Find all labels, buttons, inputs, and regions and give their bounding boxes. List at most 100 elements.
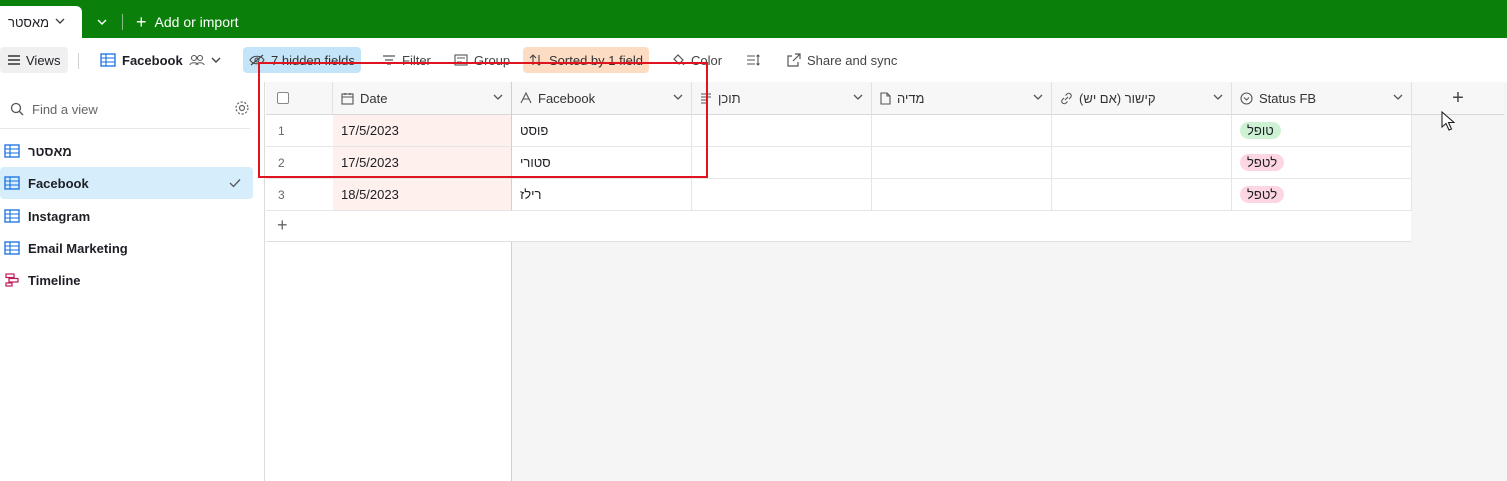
add-field-button[interactable]: +: [1412, 82, 1504, 115]
cell-content[interactable]: [692, 115, 872, 147]
filter-button[interactable]: Filter: [376, 47, 437, 73]
external-share-icon: [787, 53, 801, 67]
sidebar-item-timeline[interactable]: Timeline: [0, 264, 253, 296]
column-header-label: Facebook: [538, 90, 596, 106]
cell-media[interactable]: [872, 115, 1052, 147]
cell-content[interactable]: [692, 179, 872, 211]
row-height-icon: [747, 54, 760, 66]
cell-status-fb[interactable]: לטפל: [1232, 179, 1412, 211]
sidebar-item-master[interactable]: מאסטר: [0, 135, 253, 167]
status-badge: לטפל: [1240, 154, 1285, 171]
hidden-fields-label: 7 hidden fields: [271, 52, 355, 68]
hamburger-icon: [8, 55, 20, 65]
column-header-date[interactable]: Date: [333, 82, 512, 115]
color-button[interactable]: Color: [665, 47, 728, 73]
filter-icon: [383, 55, 395, 65]
cell-date[interactable]: 17/5/2023: [333, 115, 512, 147]
single-select-icon: [1240, 91, 1253, 105]
group-button[interactable]: Group: [448, 47, 516, 73]
current-view-label: Facebook: [122, 52, 183, 68]
sidebar-item-label: Facebook: [28, 175, 89, 191]
select-all-header: [266, 82, 333, 115]
cell-link[interactable]: [1052, 179, 1232, 211]
group-label: Group: [474, 52, 511, 68]
table-tab-master[interactable]: מאסטר: [0, 6, 82, 38]
cell-date[interactable]: 18/5/2023: [333, 179, 512, 211]
cell-facebook[interactable]: רילז: [512, 179, 692, 211]
cell-facebook[interactable]: סטורי: [512, 147, 692, 179]
cell-media[interactable]: [872, 147, 1052, 179]
cell-content[interactable]: [692, 147, 872, 179]
text-field-icon: [520, 92, 532, 104]
sidebar-item-facebook[interactable]: Facebook: [0, 167, 253, 199]
chevron-down-icon[interactable]: [1033, 92, 1043, 105]
sort-label: Sorted by 1 field: [549, 52, 643, 68]
cell-status-fb[interactable]: לטפל: [1232, 147, 1412, 179]
grid-view-icon: [4, 241, 20, 255]
gear-icon[interactable]: [234, 100, 250, 120]
column-header-status-fb[interactable]: Status FB: [1232, 82, 1412, 115]
cell-link[interactable]: [1052, 147, 1232, 179]
chevron-down-icon[interactable]: [673, 92, 683, 105]
grid-view-icon: [4, 209, 20, 223]
cell-facebook[interactable]: פוסט: [512, 115, 692, 147]
column-header-content[interactable]: תוכן: [692, 82, 872, 115]
add-or-import-button[interactable]: + Add or import: [136, 10, 239, 34]
sort-button[interactable]: Sorted by 1 field: [523, 47, 649, 73]
divider: [78, 53, 79, 69]
column-header-facebook[interactable]: Facebook: [512, 82, 692, 115]
chevron-down-icon: [211, 57, 221, 63]
chevron-down-icon: [97, 19, 107, 25]
find-view-search[interactable]: Find a view: [10, 98, 250, 120]
grid-view-icon: [4, 144, 20, 158]
collaborators-icon: [189, 54, 205, 66]
data-grid: Date Facebook תוכן מדיה קישור (אם יש) St…: [266, 82, 1507, 481]
row-number: 1: [266, 115, 333, 147]
search-icon: [10, 102, 24, 116]
row-height-button[interactable]: [740, 47, 766, 73]
color-label: Color: [691, 52, 723, 68]
attachment-file-icon: [880, 91, 891, 105]
chevron-down-icon[interactable]: [1393, 92, 1403, 105]
plus-icon: +: [136, 12, 147, 32]
chevron-down-icon[interactable]: [55, 16, 65, 29]
select-all-checkbox[interactable]: [277, 92, 289, 104]
divider: [122, 14, 123, 30]
chevron-down-icon[interactable]: [853, 92, 863, 105]
base-top-bar: מאסטר + Add or import: [0, 0, 1507, 38]
row-number: 2: [266, 147, 333, 179]
sidebar-item-label: Instagram: [28, 208, 91, 224]
column-header-label: מדיה: [897, 90, 925, 106]
column-header-media[interactable]: מדיה: [872, 82, 1052, 115]
column-header-label: קישור (אם יש): [1079, 90, 1156, 106]
paint-bucket-icon: [673, 54, 685, 66]
cell-status-fb[interactable]: טופל: [1232, 115, 1412, 147]
sidebar-item-instagram[interactable]: Instagram: [0, 200, 253, 232]
table-tab-label: מאסטר: [8, 14, 50, 30]
plus-icon: +: [1452, 86, 1464, 109]
share-label: Share and sync: [807, 52, 898, 68]
sidebar-item-label: מאסטר: [28, 143, 72, 159]
chevron-down-icon[interactable]: [493, 92, 503, 105]
view-toolbar: Views Facebook 7 hidden fields Filter Gr…: [0, 38, 1507, 82]
row-number: 3: [266, 179, 333, 211]
sidebar-item-email-marketing[interactable]: Email Marketing: [0, 232, 253, 264]
group-icon: [454, 54, 468, 66]
cell-media[interactable]: [872, 179, 1052, 211]
all-tables-dropdown[interactable]: [90, 12, 114, 32]
column-header-link[interactable]: קישור (אם יש): [1052, 82, 1232, 115]
status-badge: לטפל: [1240, 186, 1285, 203]
hidden-fields-button[interactable]: 7 hidden fields: [243, 47, 361, 73]
cell-link[interactable]: [1052, 115, 1232, 147]
link-icon: [1061, 92, 1072, 104]
timeline-icon: [5, 273, 19, 287]
add-record-row[interactable]: +: [266, 211, 1411, 242]
column-header-label: תוכן: [718, 90, 741, 106]
share-and-sync-button[interactable]: Share and sync: [781, 47, 903, 73]
views-sidebar: Find a view מאסטר Facebook Instagram Ema…: [0, 82, 265, 481]
cell-date[interactable]: 17/5/2023: [333, 147, 512, 179]
mouse-cursor-icon: [1441, 111, 1455, 131]
current-view-button[interactable]: Facebook: [94, 47, 227, 73]
chevron-down-icon[interactable]: [1213, 92, 1223, 105]
views-button[interactable]: Views: [0, 47, 69, 73]
